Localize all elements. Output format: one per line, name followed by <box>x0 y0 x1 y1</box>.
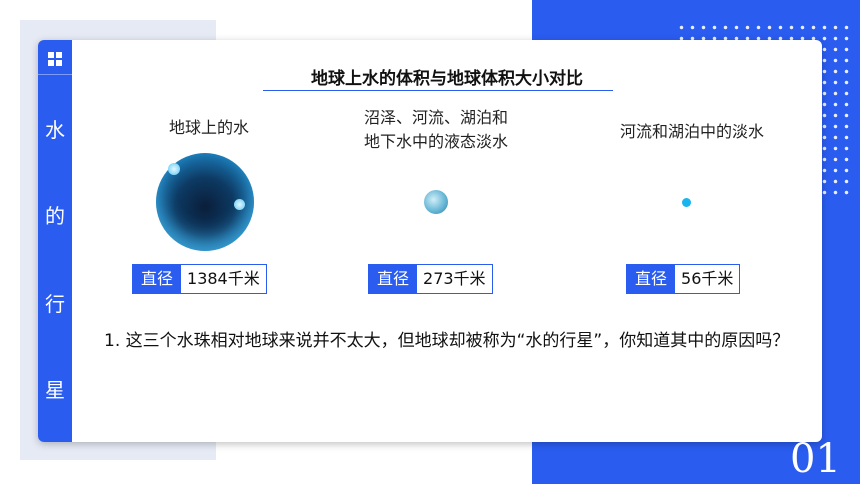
content-card: 水 的 行 星 地球上水的体积与地球体积大小对比 地球上的水 直径 1384千米… <box>38 40 822 442</box>
diameter-value: 273千米 <box>417 265 492 293</box>
question-text: 1. 这三个水珠相对地球来说并不太大，但地球却被称为“水的行星”，你知道其中的原… <box>104 331 790 351</box>
diameter-key: 直径 <box>369 265 418 293</box>
diameter-key: 直径 <box>627 265 676 293</box>
diameter-tag: 直径 56千米 <box>626 264 741 294</box>
sidebar: 水 的 行 星 <box>38 40 72 442</box>
diameter-tag: 直径 273千米 <box>368 264 493 294</box>
page-number: 01 <box>790 436 841 482</box>
sidebar-char: 星 <box>45 378 65 402</box>
river-lake-sphere <box>682 198 691 207</box>
grid-icon <box>48 52 62 66</box>
diameter-value: 56千米 <box>675 265 740 293</box>
title-underline <box>263 90 613 91</box>
item-label: 河流和湖泊中的淡水 <box>619 122 764 141</box>
sidebar-char: 行 <box>45 292 65 316</box>
diameter-key: 直径 <box>133 265 182 293</box>
sidebar-divider <box>38 74 72 75</box>
diameter-value: 1384千米 <box>181 265 266 293</box>
item-label: 沼泽、河流、湖泊和 地下水中的液态淡水 <box>363 108 508 151</box>
earth-water-sphere <box>156 153 254 251</box>
item-label: 地球上的水 <box>168 118 249 137</box>
diameter-tag: 直径 1384千米 <box>132 264 267 294</box>
page-title: 地球上水的体积与地球体积大小对比 <box>311 69 583 89</box>
sidebar-char: 水 <box>45 118 65 142</box>
fresh-water-sphere <box>424 190 448 214</box>
sidebar-char: 的 <box>45 204 65 228</box>
